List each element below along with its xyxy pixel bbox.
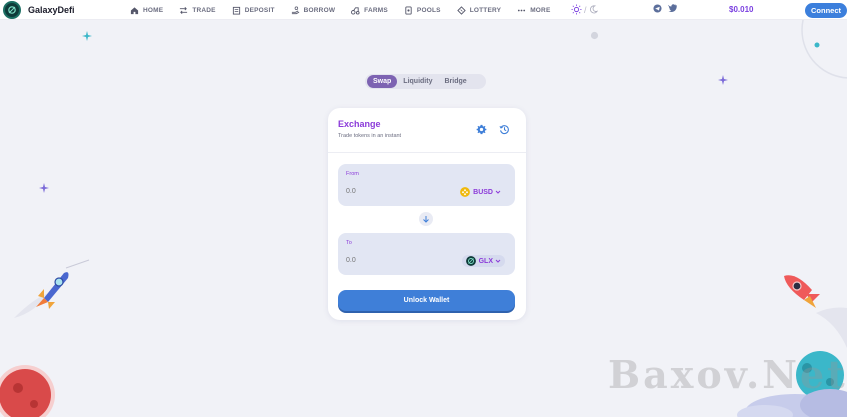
swap-tabs: Swap Liquidity Bridge [365,74,486,89]
tab-liquidity[interactable]: Liquidity [397,75,438,88]
connect-wallet-button[interactable]: Connect [805,3,847,18]
nav-item-label: LOTTERY [469,6,502,14]
to-amount-input[interactable] [346,257,436,264]
exchange-card-header: Exchange Trade tokens in an instant [328,108,526,153]
settings-gear-icon[interactable] [476,124,487,135]
nav-item-label: FARMS [364,6,388,14]
social-links [653,4,683,13]
arrow-down-icon [423,216,429,223]
borrow-icon [291,6,299,14]
to-token-select[interactable]: GLX [461,255,505,267]
planet-icon [0,365,55,417]
main-nav: HOME TRADE DEPOSIT BORROW FARMS POOLS LO… [130,0,563,20]
from-field: From BUSD [338,164,515,206]
to-token-symbol: GLX [478,257,493,265]
nav-item-label: TRADE [192,6,216,14]
telegram-icon[interactable] [653,4,662,13]
galaxy-logo-icon [3,1,21,19]
nav-item-label: MORE [530,6,551,14]
deposit-icon [232,6,240,15]
from-label: From [346,171,359,177]
from-token-select[interactable]: BUSD [456,186,505,198]
chevron-down-icon [495,190,501,194]
tab-swap[interactable]: Swap [367,75,398,88]
sun-icon[interactable] [571,4,582,15]
theme-separator: / [584,4,587,15]
from-amount-input[interactable] [346,188,436,195]
orbit-ring-decoration [801,20,847,79]
theme-toggle[interactable]: / [571,4,598,15]
tab-bridge[interactable]: Bridge [438,75,472,88]
nav-item-label: POOLS [416,6,441,14]
token-price: $0.010 [729,5,754,14]
lottery-icon [456,5,466,15]
swap-direction-button[interactable] [419,212,433,226]
nav-item-pools[interactable]: POOLS [404,5,441,15]
brand-name: GalaxyDefi [28,5,75,15]
planet-dot-icon [590,31,599,40]
rocket-icon [784,275,847,348]
nav-item-trade[interactable]: TRADE [179,6,215,15]
twitter-icon[interactable] [668,4,677,13]
top-navbar: GalaxyDefi HOME TRADE DEPOSIT BORROW FAR… [0,0,847,20]
nav-item-home[interactable]: HOME [130,6,163,15]
rocket-icon [14,259,90,318]
nav-item-farms[interactable]: FARMS [351,6,388,15]
chevron-down-icon [495,259,501,263]
sparkle-icon [718,75,728,85]
card-subtitle: Trade tokens in an instant [338,133,402,139]
history-icon[interactable] [499,124,510,135]
card-title: Exchange [338,119,381,129]
nav-item-borrow[interactable]: BORROW [291,6,336,15]
nav-item-more[interactable]: MORE [517,6,550,15]
farms-icon [351,6,360,15]
to-label: To [346,240,352,246]
pools-icon [405,5,412,15]
sparkle-icon [39,183,49,193]
home-icon [130,6,139,14]
busd-token-icon [460,187,471,197]
nav-item-label: HOME [143,6,164,14]
glx-token-icon [465,256,476,266]
nav-item-label: DEPOSIT [244,6,275,14]
more-icon [518,9,526,11]
brand-logo[interactable]: GalaxyDefi [3,1,75,19]
to-field: To GLX [338,233,515,275]
nav-item-lottery[interactable]: LOTTERY [456,5,502,15]
sparkle-icon [82,31,92,41]
moon-icon[interactable] [589,5,598,14]
trade-icon [180,6,188,14]
nav-item-deposit[interactable]: DEPOSIT [232,6,275,15]
exchange-card: Exchange Trade tokens in an instant From… [328,108,526,320]
unlock-wallet-button[interactable]: Unlock Wallet [338,290,515,311]
watermark-text: Baxov.Net [608,352,847,397]
from-token-symbol: BUSD [473,188,493,196]
nav-item-label: BORROW [303,6,336,14]
